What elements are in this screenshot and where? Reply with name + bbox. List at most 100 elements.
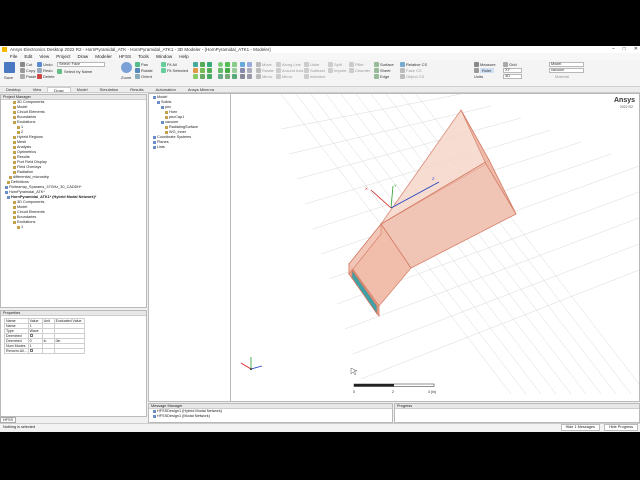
3d-viewport[interactable]: Ansys 2022 R2 Y X Z 0 2 4 (in) xyxy=(230,93,640,402)
draw-3d-component-icon[interactable] xyxy=(240,62,245,67)
surface-button[interactable]: Surface xyxy=(380,62,394,67)
zoom-icon[interactable] xyxy=(121,62,132,73)
draw-bondwire-icon[interactable] xyxy=(218,74,223,79)
menu-help[interactable]: Help xyxy=(179,53,188,60)
subtract-button[interactable]: Subtract xyxy=(310,68,325,73)
draw-rectangle-icon[interactable] xyxy=(200,68,205,73)
along-line-button[interactable]: Along Line xyxy=(282,62,301,67)
orient-icon[interactable] xyxy=(135,74,140,79)
fit-selected-icon[interactable] xyxy=(161,68,166,73)
paste-icon[interactable] xyxy=(20,74,25,79)
undo-label[interactable]: Undo xyxy=(43,62,53,67)
mirror-button[interactable]: Mirror xyxy=(262,74,272,79)
tab-simulation[interactable]: Simulation xyxy=(94,87,125,92)
chamfer-button[interactable]: Chamfer xyxy=(355,68,370,73)
ruler-icon[interactable] xyxy=(474,68,479,73)
model-tree-item[interactable]: Lists xyxy=(151,145,230,150)
rotate-obj-button[interactable]: Rotate xyxy=(262,68,274,73)
move-button[interactable]: Move xyxy=(262,62,272,67)
ruler-button[interactable]: Ruler xyxy=(480,68,494,73)
material-dropdown[interactable]: vacuum xyxy=(549,68,584,73)
menu-tools[interactable]: Tools xyxy=(138,53,149,60)
tab-results[interactable]: Results xyxy=(124,87,149,92)
model-dropdown[interactable]: Model xyxy=(549,62,584,67)
fillet-icon[interactable] xyxy=(349,62,354,67)
plane-dropdown[interactable]: XY xyxy=(503,68,522,73)
draw-box-icon[interactable] xyxy=(193,62,198,67)
menu-edit[interactable]: Edit xyxy=(24,53,32,60)
draw-line-icon[interactable] xyxy=(193,68,198,73)
model-tree[interactable]: Model Solids pec Horn pecCap1 vacuum Radiating… xyxy=(149,94,230,150)
redo-icon[interactable] xyxy=(37,68,42,73)
draw-sphere-icon[interactable] xyxy=(207,62,212,67)
draw-point-icon[interactable] xyxy=(225,74,230,79)
project-tree[interactable]: 3D Components Model Circuit Elements Bounda… xyxy=(1,100,146,230)
unite-button[interactable]: Unite xyxy=(310,62,319,67)
relative-cs-icon[interactable] xyxy=(400,62,405,67)
delete-label[interactable]: Delete xyxy=(43,74,55,79)
paste-label[interactable]: Paste xyxy=(26,74,36,79)
draw-segment-icon[interactable] xyxy=(240,68,245,73)
minimize-button[interactable]: – xyxy=(612,46,615,53)
tab-ansys-minerva[interactable]: Ansys Minerva xyxy=(182,87,220,92)
menu-file[interactable]: File xyxy=(10,53,17,60)
delete-icon[interactable] xyxy=(37,74,42,79)
imprint-icon[interactable] xyxy=(328,68,333,73)
draw-region-icon[interactable] xyxy=(232,68,237,73)
fit-all-button[interactable]: Fit All xyxy=(167,62,177,67)
tab-draw[interactable]: Draw xyxy=(47,87,71,93)
rotate-view-label[interactable]: Rotate xyxy=(141,68,153,73)
grid-icon[interactable] xyxy=(503,62,508,67)
measure-button[interactable]: Measure xyxy=(480,62,496,67)
mirror-icon[interactable] xyxy=(256,74,261,79)
cut-label[interactable]: Cut xyxy=(26,62,32,67)
object-cs-icon[interactable] xyxy=(400,74,405,79)
duplicate-mirror-icon[interactable] xyxy=(276,74,281,79)
rotate-view-icon[interactable] xyxy=(135,68,140,73)
move-icon[interactable] xyxy=(256,62,261,67)
along-line-icon[interactable] xyxy=(276,62,281,67)
draw-polyhedron-icon[interactable] xyxy=(225,68,230,73)
select-by-name-button[interactable]: Select by Name xyxy=(64,69,92,74)
select-mode-dropdown[interactable]: Select: Face xyxy=(57,62,105,67)
dimension-dropdown[interactable]: 3D xyxy=(503,74,522,79)
menu-project[interactable]: Project xyxy=(56,53,70,60)
duplicate-mirror-button[interactable]: Mirror xyxy=(282,74,292,79)
fit-selected-button[interactable]: Fit Selected xyxy=(167,68,188,73)
tab-model[interactable]: Model xyxy=(71,87,94,92)
tab-automation[interactable]: Automation xyxy=(150,87,182,92)
intersect-button[interactable]: Intersect xyxy=(310,74,325,79)
tab-desktop[interactable]: Desktop xyxy=(0,87,27,92)
pan-label[interactable]: Pan xyxy=(141,62,148,67)
draw-text-icon[interactable] xyxy=(240,74,245,79)
intersect-icon[interactable] xyxy=(304,74,309,79)
hide-messages-button[interactable]: Hide 1 Messages xyxy=(560,424,600,431)
units-button[interactable]: Units xyxy=(474,74,483,79)
around-axis-button[interactable]: Around Axis xyxy=(282,68,303,73)
select-by-name-icon[interactable] xyxy=(57,69,62,74)
menu-hfss[interactable]: HFSS xyxy=(119,53,131,60)
rotate-obj-icon[interactable] xyxy=(256,68,261,73)
split-icon[interactable] xyxy=(328,62,333,67)
draw-circle-icon[interactable] xyxy=(207,68,212,73)
around-axis-icon[interactable] xyxy=(276,68,281,73)
draw-prism-icon[interactable] xyxy=(218,68,223,73)
undo-icon[interactable] xyxy=(37,62,42,67)
copy-label[interactable]: Copy xyxy=(26,68,35,73)
pan-icon[interactable] xyxy=(135,62,140,67)
table-row[interactable]: Renorm All... xyxy=(4,348,85,354)
split-button[interactable]: Split xyxy=(334,62,342,67)
grid-button[interactable]: Grid xyxy=(509,62,517,67)
draw-spline-icon[interactable] xyxy=(200,74,205,79)
sheet-icon[interactable] xyxy=(374,68,379,73)
fillet-button[interactable]: Fillet xyxy=(355,62,363,67)
imprint-button[interactable]: Imprint xyxy=(334,68,346,73)
property-checkbox[interactable] xyxy=(27,348,43,354)
unite-icon[interactable] xyxy=(304,62,309,67)
fit-all-icon[interactable] xyxy=(161,62,166,67)
hide-progress-button[interactable]: Hide Progress xyxy=(603,424,638,431)
draw-cylinder-icon[interactable] xyxy=(200,62,205,67)
relative-cs-button[interactable]: Relative CS xyxy=(406,62,427,67)
object-cs-button[interactable]: Object CS xyxy=(406,74,424,79)
copy-icon[interactable] xyxy=(20,68,25,73)
